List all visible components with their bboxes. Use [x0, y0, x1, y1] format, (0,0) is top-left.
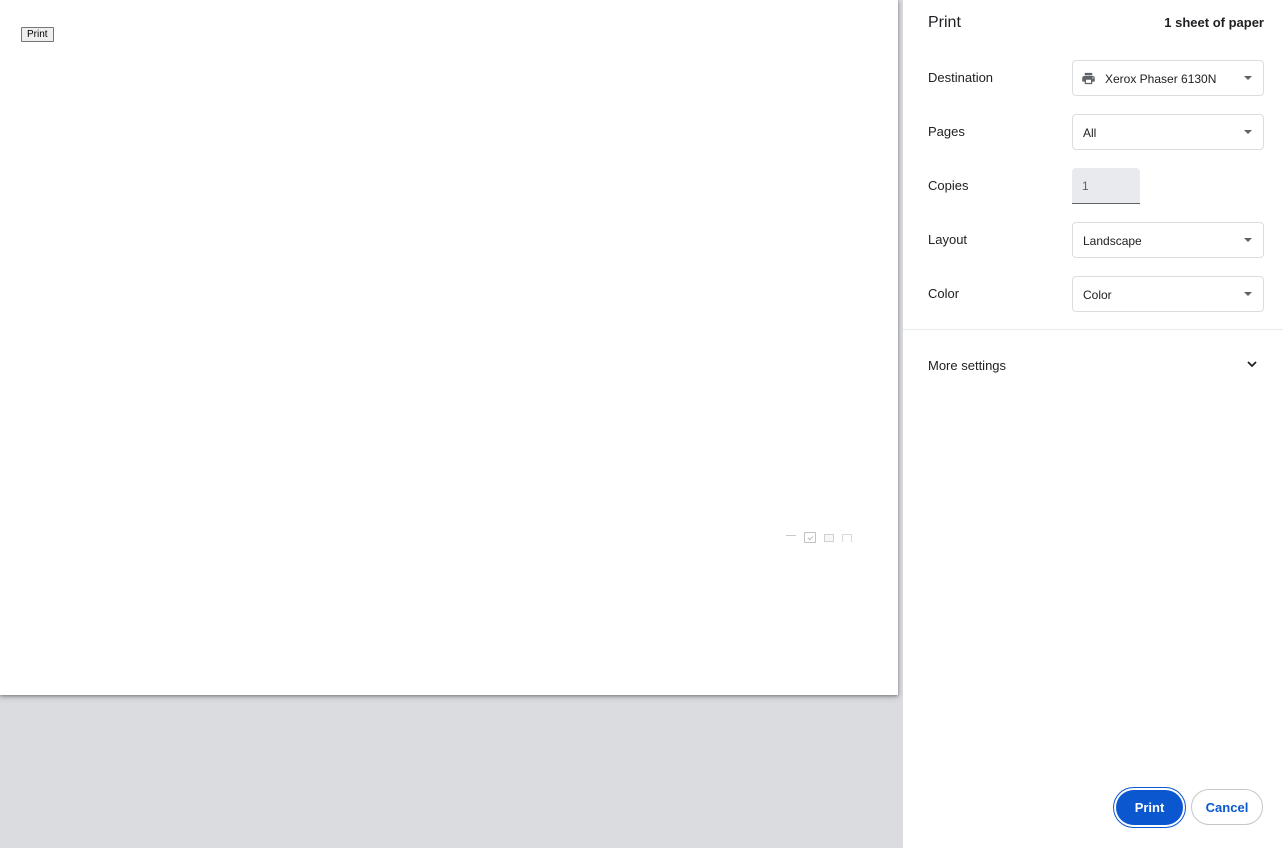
- color-label: Color: [928, 286, 960, 301]
- printer-icon: [1082, 72, 1095, 85]
- color-row: Color Color: [928, 276, 1264, 312]
- print-preview-area: Print: [0, 0, 903, 848]
- page-print-button: Print: [21, 27, 54, 42]
- box-icon: [842, 533, 852, 542]
- destination-select[interactable]: Xerox Phaser 6130N: [1072, 60, 1264, 96]
- more-settings-label: More settings: [928, 358, 1007, 373]
- pages-select[interactable]: All: [1072, 114, 1264, 150]
- layout-label: Layout: [928, 232, 968, 247]
- copies-row: Copies 1: [928, 168, 1264, 204]
- dropdown-arrow-icon: [1244, 292, 1252, 296]
- copies-input[interactable]: 1: [1072, 168, 1140, 204]
- copies-value: 1: [1082, 179, 1089, 193]
- cancel-button[interactable]: Cancel: [1191, 789, 1263, 825]
- destination-value: Xerox Phaser 6130N: [1105, 72, 1217, 86]
- pages-label: Pages: [928, 124, 965, 139]
- layout-select[interactable]: Landscape: [1072, 222, 1264, 258]
- print-button[interactable]: Print: [1116, 790, 1183, 825]
- more-settings-toggle[interactable]: More settings: [903, 348, 1283, 384]
- chevron-down-icon: [1247, 361, 1257, 368]
- dropdown-arrow-icon: [1244, 238, 1252, 242]
- grid-icon: [824, 533, 834, 542]
- dropdown-arrow-icon: [1244, 130, 1252, 134]
- dash-icon: [786, 534, 796, 541]
- color-value: Color: [1083, 288, 1112, 302]
- dialog-title: Print: [928, 14, 961, 31]
- destination-label: Destination: [928, 70, 994, 85]
- layout-row: Layout Landscape: [928, 222, 1264, 258]
- color-select[interactable]: Color: [1072, 276, 1264, 312]
- checkbox-icon: [804, 532, 816, 543]
- pages-row: Pages All: [928, 114, 1264, 150]
- page-footer-icons: [786, 532, 852, 543]
- sheet-count: 1 sheet of paper: [1164, 15, 1264, 30]
- preview-page: Print: [0, 0, 898, 695]
- copies-label: Copies: [928, 178, 969, 193]
- dropdown-arrow-icon: [1244, 76, 1252, 80]
- settings-divider: [903, 329, 1283, 330]
- pages-value: All: [1083, 126, 1097, 140]
- destination-row: Destination Xerox Phaser 6130N: [928, 60, 1264, 96]
- print-settings-sidebar: Print 1 sheet of paper Destination Xerox…: [903, 0, 1283, 848]
- layout-value: Landscape: [1083, 234, 1142, 248]
